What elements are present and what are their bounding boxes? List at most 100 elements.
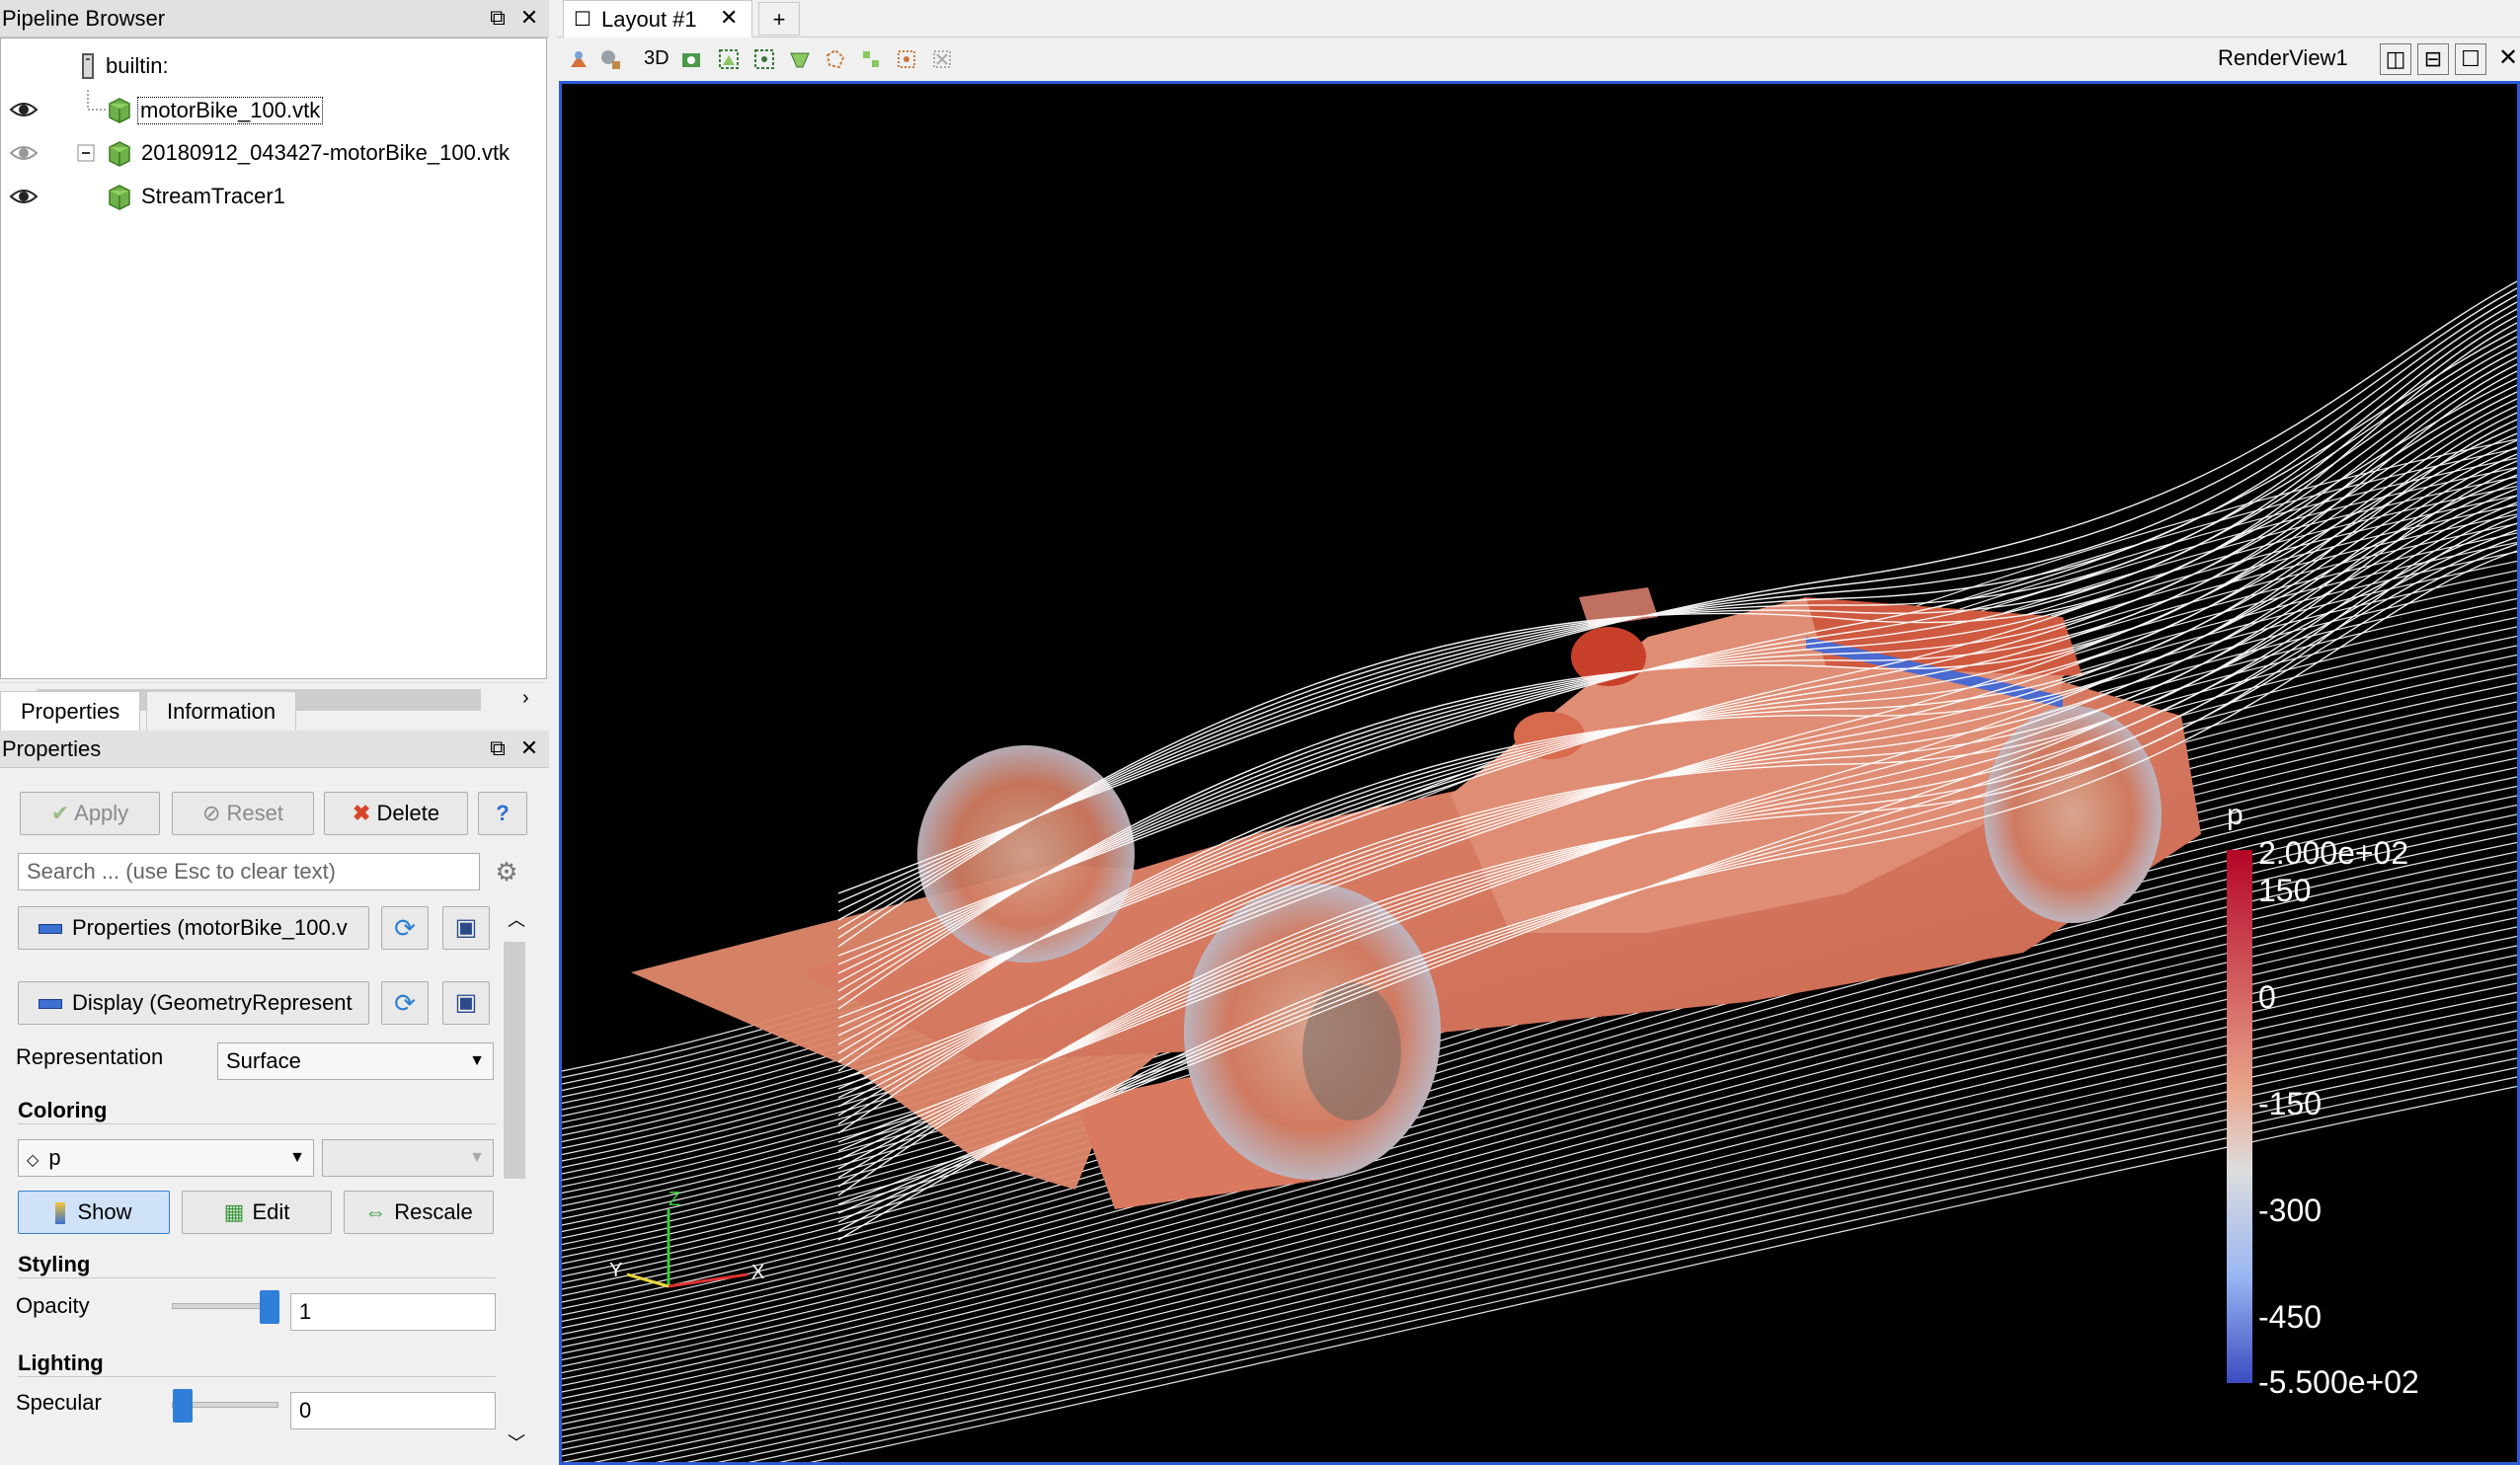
show-colorbar-button[interactable]: Show: [18, 1191, 170, 1234]
close-icon[interactable]: ✕: [515, 4, 543, 32]
properties-vertical-scrollbar[interactable]: ︿ ﹀: [502, 906, 527, 1459]
scroll-down-icon[interactable]: ﹀: [508, 1429, 525, 1455]
component-select[interactable]: ▼: [322, 1139, 494, 1177]
pipeline-tree[interactable]: builtin: motorBike_100.vtk 20180912_0434…: [0, 38, 547, 716]
save-icon: ▣: [454, 914, 478, 941]
representation-select[interactable]: Surface ▼: [217, 1042, 494, 1080]
scroll-up-icon[interactable]: ︿: [508, 906, 525, 932]
add-tab-button[interactable]: +: [758, 2, 800, 36]
visibility-eye-icon[interactable]: [9, 98, 39, 121]
refresh-display-button[interactable]: ⟳: [381, 981, 429, 1025]
section-divider: [18, 1123, 496, 1124]
specular-slider-track[interactable]: [172, 1389, 278, 1423]
pipeline-browser-titlebar: Pipeline Browser ⧉ ✕: [0, 0, 549, 38]
opacity-input[interactable]: 1: [290, 1293, 496, 1331]
tree-item-label: builtin:: [106, 53, 169, 78]
undock-icon[interactable]: ⧉: [484, 4, 512, 32]
clear-selection-icon[interactable]: [930, 47, 954, 71]
visibility-eye-icon[interactable]: [9, 141, 39, 165]
tree-item-builtin[interactable]: builtin:: [1, 46, 546, 86]
properties-tabbar: Properties Information: [0, 691, 549, 732]
left-dock: Pipeline Browser ⧉ ✕ builtin: motorBike_…: [0, 0, 549, 1465]
delete-button[interactable]: ✖ Delete: [324, 792, 468, 835]
chevron-down-icon: ▼: [289, 1149, 305, 1166]
lighting-header: Lighting: [18, 1350, 104, 1375]
section-divider: [18, 1277, 496, 1278]
opacity-label: Opacity: [16, 1293, 90, 1318]
interaction-mode-icon[interactable]: [598, 47, 622, 71]
reset-camera-icon[interactable]: [567, 47, 591, 71]
rescale-button[interactable]: ⇔ Rescale: [344, 1191, 494, 1234]
split-vertical-icon[interactable]: ⊟: [2417, 43, 2449, 75]
server-icon: [82, 53, 94, 79]
delete-icon: ✖: [352, 801, 377, 825]
toggle-3d-button[interactable]: 3D: [644, 47, 669, 70]
render-scene[interactable]: Z X Y p 2.000e+02 150 0 -150 -300 -450 -…: [562, 84, 2517, 1462]
colormap-bar: [2227, 850, 2252, 1383]
select-cells-icon[interactable]: [717, 47, 741, 71]
point-data-icon: ◇: [27, 1152, 39, 1169]
properties-section-toggle[interactable]: Properties (motorBike_100.v: [18, 906, 369, 950]
apply-button[interactable]: ✔ Apply: [20, 792, 160, 835]
properties-title: Properties: [2, 736, 102, 761]
rescale-icon: ⇔: [364, 1199, 387, 1224]
colormap-edit-icon: ▦: [223, 1199, 245, 1224]
scalar-bar-tick: -300: [2258, 1193, 2322, 1228]
specular-label: Specular: [16, 1390, 102, 1415]
display-section-toggle[interactable]: Display (GeometryRepresent: [18, 981, 369, 1025]
properties-titlebar: Properties ⧉ ✕: [0, 731, 549, 768]
tab-properties[interactable]: Properties: [0, 691, 141, 732]
tab-layout-1[interactable]: ☐ Layout #1 ✕: [563, 0, 752, 38]
opacity-slider-thumb[interactable]: [260, 1290, 279, 1324]
tree-item-label: motorBike_100.vtk: [137, 97, 324, 124]
scalar-bar-max: 2.000e+02: [2258, 835, 2408, 871]
screenshot-icon[interactable]: [679, 47, 703, 71]
tree-item-motorbike-timestamped[interactable]: 20180912_043427-motorBike_100.vtk: [1, 133, 546, 173]
close-tab-icon[interactable]: ✕: [720, 5, 738, 31]
specular-slider-thumb[interactable]: [173, 1389, 193, 1423]
split-horizontal-icon[interactable]: ◫: [2380, 43, 2411, 75]
streamline: [592, 1020, 2517, 1462]
opacity-slider-track[interactable]: [172, 1290, 279, 1324]
save-display-button[interactable]: ▣: [442, 981, 490, 1025]
axis-x-label: X: [751, 1262, 764, 1283]
select-frustum-icon[interactable]: [788, 47, 812, 71]
select-points-icon[interactable]: [752, 47, 776, 71]
visibility-eye-icon[interactable]: [9, 185, 39, 208]
tree-item-streamtracer[interactable]: StreamTracer1: [1, 177, 546, 216]
refresh-icon: ⟳: [394, 913, 416, 943]
save-properties-button[interactable]: ▣: [442, 906, 490, 950]
scalar-bar-tick: 150: [2258, 873, 2311, 908]
tab-information[interactable]: Information: [146, 691, 297, 732]
cube-icon: [109, 185, 130, 210]
collapse-bar-icon: [39, 924, 62, 935]
save-icon: ▣: [454, 989, 478, 1016]
tab-layout-label: Layout #1: [601, 7, 697, 32]
scalar-bar-title: p: [2227, 799, 2244, 831]
select-polygon-icon[interactable]: [824, 47, 847, 71]
refresh-properties-button[interactable]: ⟳: [381, 906, 429, 950]
specular-input[interactable]: 0: [290, 1392, 496, 1429]
streamline: [562, 1010, 2517, 1462]
coloring-select[interactable]: ◇ p ▼: [18, 1139, 314, 1177]
gear-icon[interactable]: ⚙: [490, 855, 523, 888]
scrollbar-thumb[interactable]: [504, 942, 525, 1179]
edit-colormap-button[interactable]: ▦ Edit: [182, 1191, 332, 1234]
tree-item-label: 20180912_043427-motorBike_100.vtk: [141, 140, 511, 165]
interactive-select-icon[interactable]: [895, 47, 918, 71]
axis-z-label: Z: [669, 1189, 680, 1210]
undock-icon[interactable]: ⧉: [484, 734, 512, 762]
close-icon[interactable]: ✕: [515, 734, 543, 762]
render-view[interactable]: Z X Y p 2.000e+02 150 0 -150 -300 -450 -…: [559, 81, 2520, 1465]
search-input[interactable]: Search ... (use Esc to clear text): [18, 853, 480, 890]
reset-button[interactable]: ⊘ Reset: [172, 792, 314, 835]
select-blocks-icon[interactable]: [859, 47, 883, 71]
cube-icon: [109, 98, 130, 123]
tree-branch-line: [87, 90, 106, 111]
maximize-icon[interactable]: ☐: [2455, 43, 2486, 75]
close-view-icon[interactable]: ✕: [2492, 43, 2520, 75]
chevron-down-icon: ▼: [469, 1149, 485, 1166]
help-button[interactable]: ?: [478, 792, 527, 835]
collapse-icon[interactable]: [76, 143, 96, 163]
tree-item-motorbike[interactable]: motorBike_100.vtk: [1, 90, 546, 129]
